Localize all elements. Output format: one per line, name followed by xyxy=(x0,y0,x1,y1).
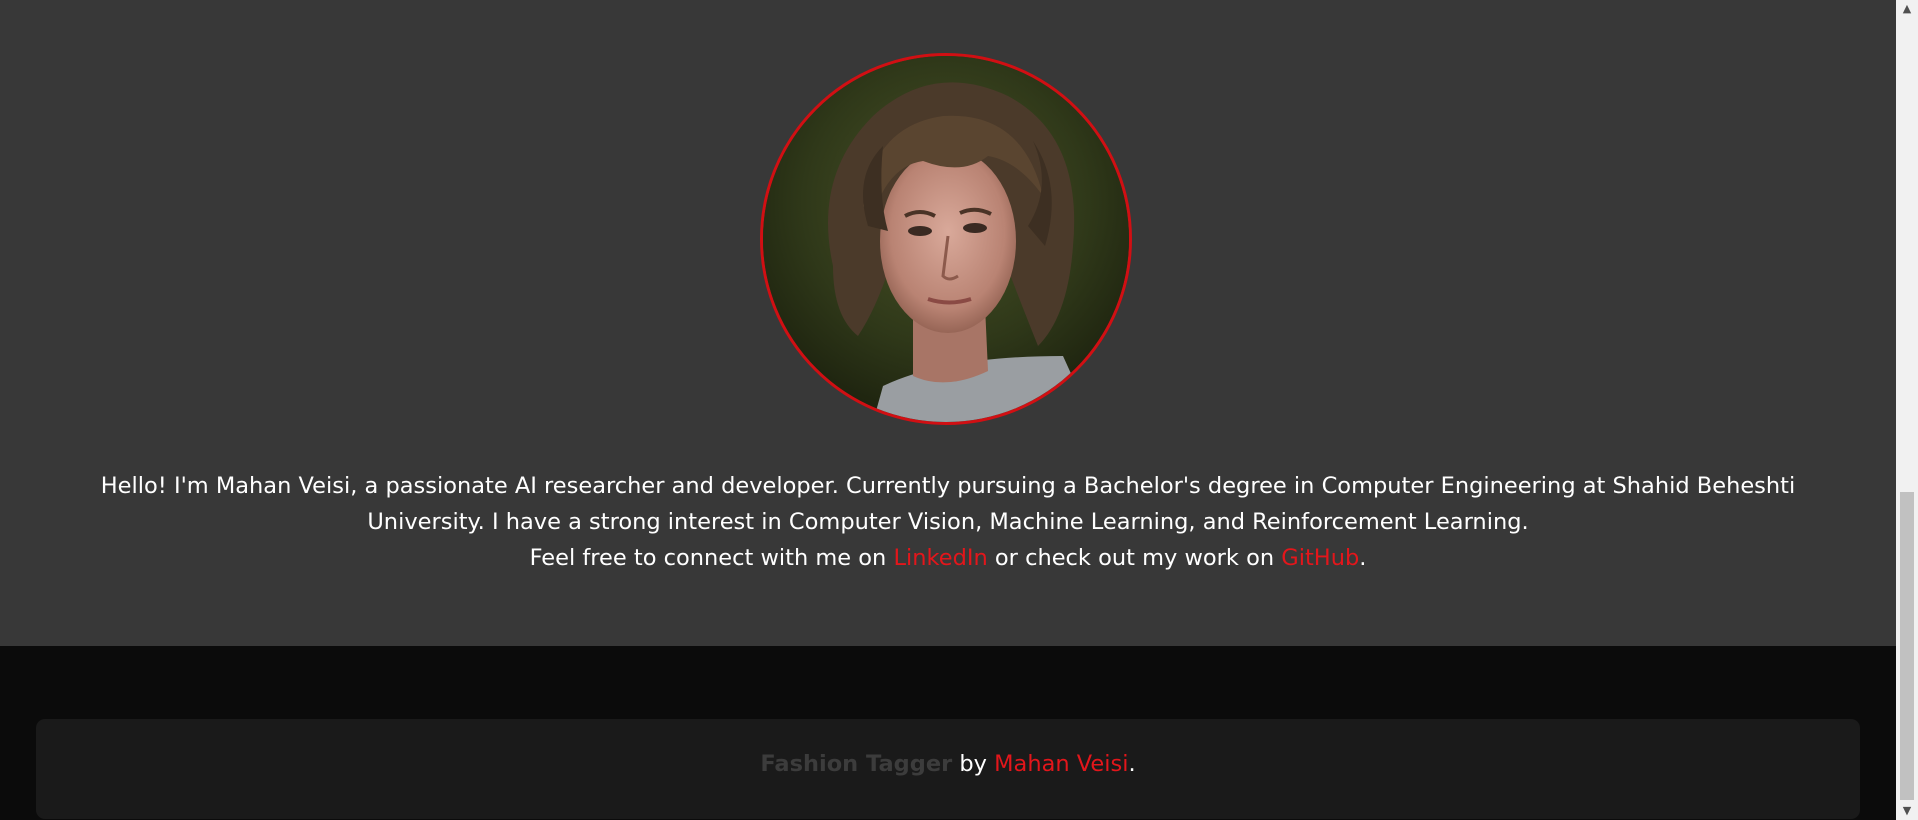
linkedin-link[interactable]: LinkedIn xyxy=(893,545,987,571)
footer-by: by xyxy=(952,751,995,777)
page-content: Hello! I'm Mahan Veisi, a passionate AI … xyxy=(0,0,1896,820)
scroll-up-icon[interactable]: ▲ xyxy=(1896,0,1918,18)
footer-suffix: . xyxy=(1128,751,1136,777)
bio-connect-middle: or check out my work on xyxy=(987,545,1282,571)
profile-photo xyxy=(760,53,1132,425)
bio-text: Hello! I'm Mahan Veisi, a passionate AI … xyxy=(80,468,1816,576)
github-link[interactable]: GitHub xyxy=(1281,545,1359,571)
bio-paragraph: Hello! I'm Mahan Veisi, a passionate AI … xyxy=(100,473,1796,535)
scrollbar-thumb[interactable] xyxy=(1900,492,1914,800)
footer-author-link[interactable]: Mahan Veisi xyxy=(994,751,1128,777)
footer-brand: Fashion Tagger xyxy=(760,751,953,777)
scroll-down-icon[interactable]: ▼ xyxy=(1896,802,1918,820)
bio-connect-suffix: . xyxy=(1359,545,1367,571)
footer-card: Fashion Tagger by Mahan Veisi. xyxy=(36,719,1860,819)
bio-connect-prefix: Feel free to connect with me on xyxy=(529,545,894,571)
about-section: Hello! I'm Mahan Veisi, a passionate AI … xyxy=(0,0,1896,646)
footer: Fashion Tagger by Mahan Veisi. xyxy=(0,646,1896,820)
page: Hello! I'm Mahan Veisi, a passionate AI … xyxy=(0,0,1918,820)
profile-photo-image xyxy=(763,56,1129,422)
vertical-scrollbar[interactable]: ▲ ▼ xyxy=(1896,0,1918,820)
